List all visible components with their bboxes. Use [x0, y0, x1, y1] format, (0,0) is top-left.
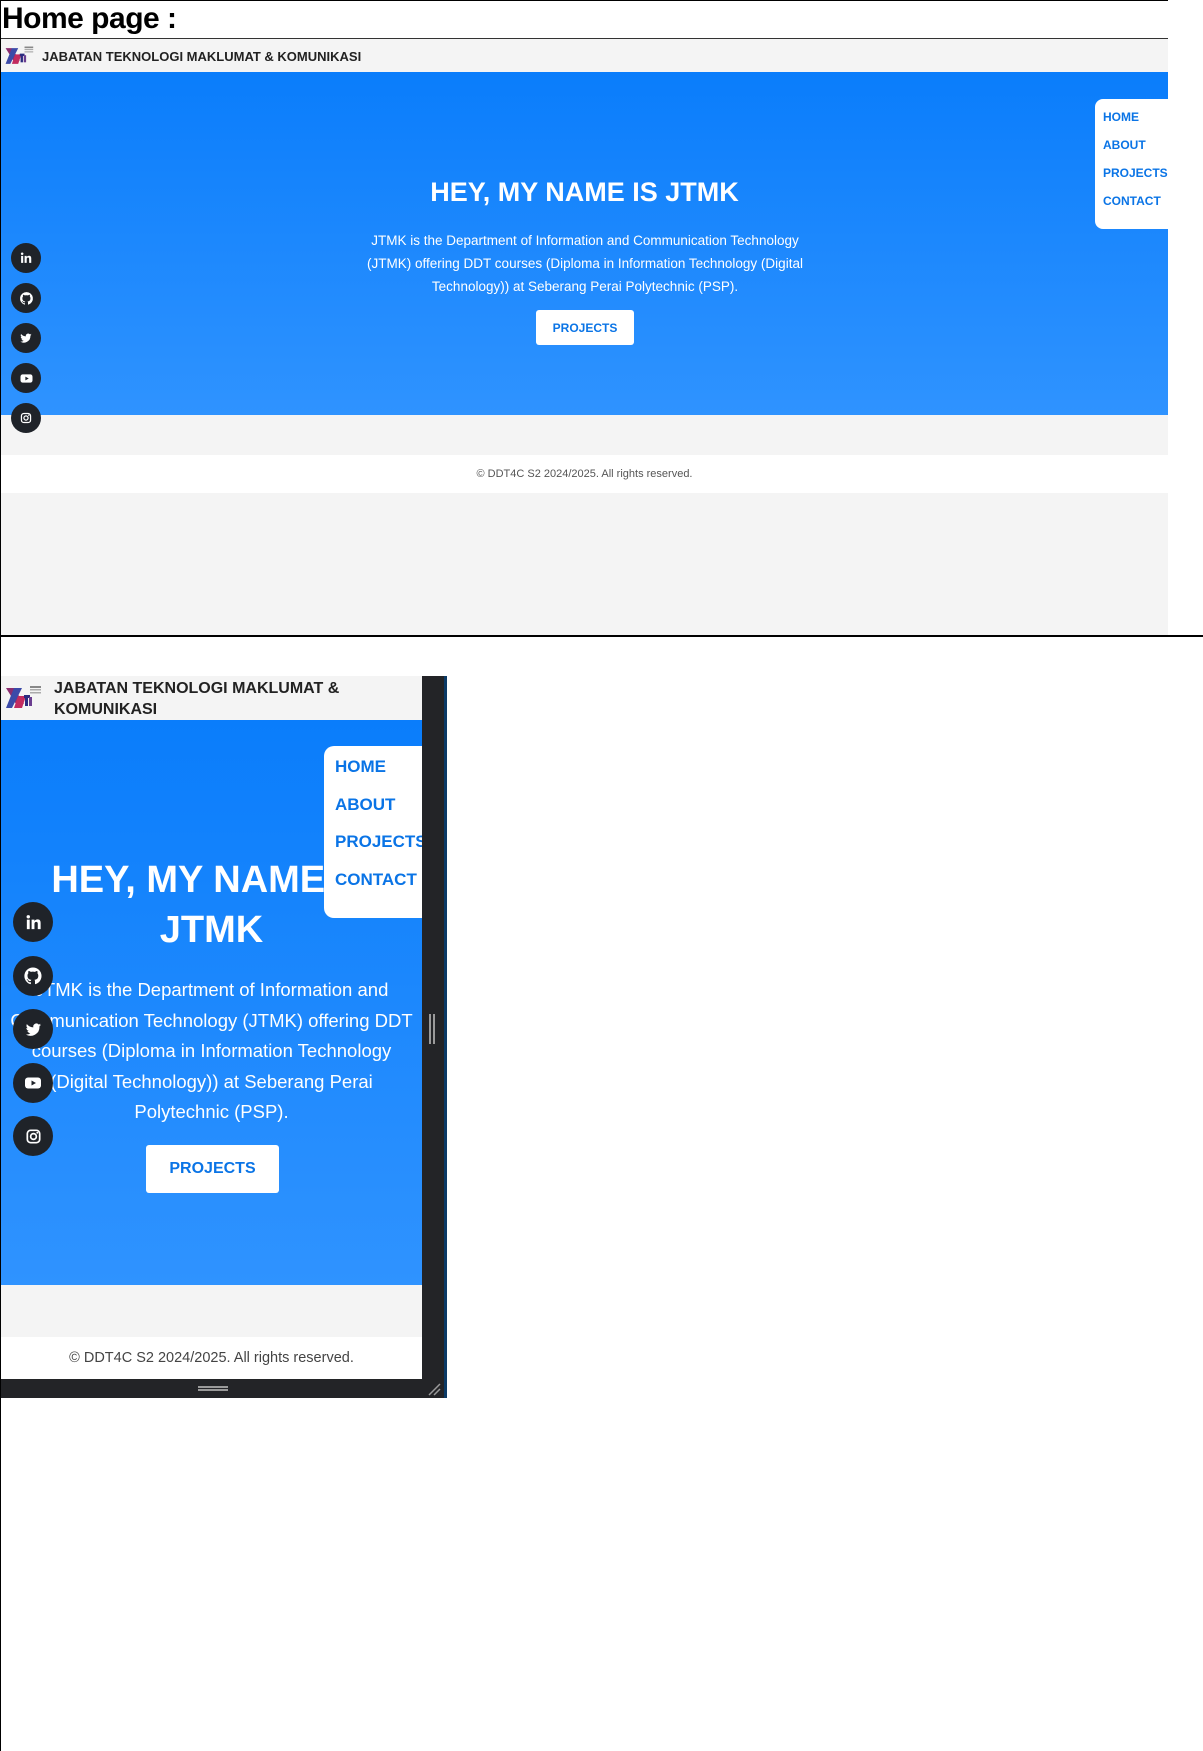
nav-item-home[interactable]: HOME — [324, 756, 422, 794]
github-icon[interactable] — [13, 955, 53, 996]
social-links — [11, 243, 41, 443]
projects-button[interactable]: PROJECTS — [146, 1145, 279, 1193]
linkedin-icon[interactable] — [11, 243, 41, 273]
screenshot-divider — [0, 635, 1203, 637]
document-title: Home page : — [2, 2, 177, 35]
nav-item-projects[interactable]: PROJECTS — [324, 831, 422, 869]
desktop-screenshot: JABATAN TEKNOLOGI MAKLUMAT & KOMUNIKASI … — [1, 0, 1168, 637]
logo-icon[interactable] — [4, 44, 34, 68]
mobile-screenshot: JABATAN TEKNOLOGI MAKLUMAT & KOMUNIKASI … — [1, 676, 447, 1398]
logo-icon[interactable] — [4, 684, 42, 712]
site-header: JABATAN TEKNOLOGI MAKLUMAT & KOMUNIKASI — [1, 40, 1168, 72]
hero-title: HEY, MY NAME IS JTMK — [430, 177, 739, 207]
youtube-icon[interactable] — [11, 363, 41, 393]
youtube-icon[interactable] — [13, 1062, 53, 1103]
twitter-icon[interactable] — [13, 1009, 53, 1049]
projects-button[interactable]: PROJECTS — [536, 310, 634, 345]
window-edge — [444, 676, 447, 1398]
mobile-page: JABATAN TEKNOLOGI MAKLUMAT & KOMUNIKASI … — [1, 676, 422, 1379]
site-brand[interactable]: JABATAN TEKNOLOGI MAKLUMAT & KOMUNIKASI — [42, 49, 361, 64]
hero-description: JTMK is the Department of Information an… — [367, 233, 803, 294]
nav-menu: HOME ABOUT PROJECTS CONTACT — [324, 746, 422, 918]
nav-item-home[interactable]: HOME — [1095, 109, 1168, 137]
site-footer: © DDT4C S2 2024/2025. All rights reserve… — [1, 1337, 422, 1379]
hero-section: HEY, MY NAME IS JTMK JTMK is the Departm… — [1, 72, 1168, 415]
instagram-icon[interactable] — [11, 403, 41, 433]
nav-item-contact[interactable]: CONTACT — [324, 869, 422, 907]
site-brand[interactable]: JABATAN TEKNOLOGI MAKLUMAT & KOMUNIKASI — [54, 678, 384, 720]
twitter-icon[interactable] — [11, 323, 41, 353]
site-header: JABATAN TEKNOLOGI MAKLUMAT & KOMUNIKASI — [1, 676, 422, 720]
resize-handle-vertical[interactable] — [429, 1014, 435, 1044]
nav-item-contact[interactable]: CONTACT — [1095, 193, 1168, 221]
nav-item-about[interactable]: ABOUT — [324, 794, 422, 832]
hero-description: JTMK is the Department of Information an… — [10, 979, 413, 1122]
social-links — [13, 902, 53, 1170]
nav-item-about[interactable]: ABOUT — [1095, 137, 1168, 165]
nav-menu: HOME ABOUT PROJECTS CONTACT — [1095, 99, 1168, 229]
instagram-icon[interactable] — [13, 1116, 53, 1156]
github-icon[interactable] — [11, 283, 41, 313]
site-footer: © DDT4C S2 2024/2025. All rights reserve… — [1, 455, 1168, 493]
nav-item-projects[interactable]: PROJECTS — [1095, 165, 1168, 193]
linkedin-icon[interactable] — [13, 902, 53, 942]
resize-handle-horizontal[interactable] — [198, 1386, 228, 1391]
resize-corner-icon[interactable] — [427, 1382, 441, 1396]
